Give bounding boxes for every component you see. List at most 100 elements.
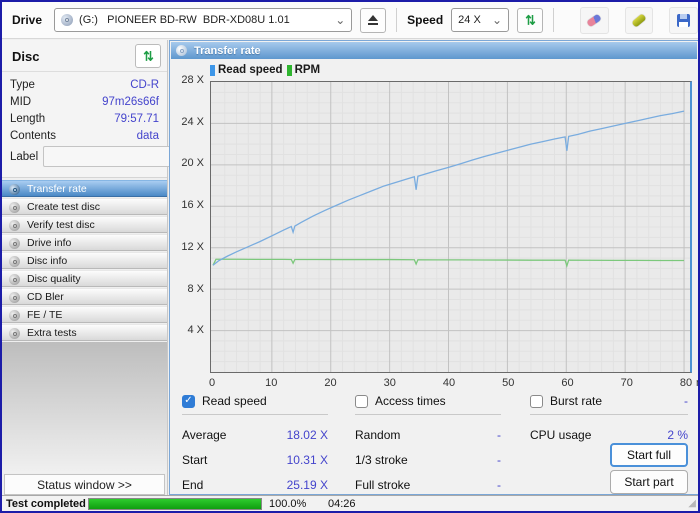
erase-disc-button[interactable]	[579, 6, 609, 34]
status-text: Test completed	[6, 497, 86, 510]
menu-item-drive-info[interactable]: Drive info	[2, 234, 167, 251]
disc-icon	[61, 14, 74, 26]
stat-row-random: Random -	[355, 427, 501, 442]
chevron-down-icon: ⌄	[492, 13, 503, 27]
stat-row-average: Average 18.02 X	[182, 427, 328, 442]
transfer-rate-chart	[210, 81, 692, 373]
read-speed-checkbox-label: Read speed	[202, 394, 267, 408]
stat-value: -	[497, 427, 501, 442]
menu-item-label: Disc quality	[27, 272, 81, 285]
stat-value: 10.31 X	[286, 452, 328, 467]
disc-icon	[9, 274, 20, 285]
app-window: Drive (G:) PIONEER BD-RW BDR-XD08U 1.01 …	[0, 0, 700, 513]
disc-icon	[9, 292, 20, 303]
set-speed-button[interactable]: ⇄	[517, 7, 543, 33]
divider	[530, 414, 688, 415]
chevron-down-icon: ⌄	[335, 13, 346, 27]
menu-item-disc-info[interactable]: Disc info	[2, 252, 167, 269]
rpm-legend-chip	[286, 64, 292, 76]
read-speed-checkbox[interactable]: ✓	[182, 394, 195, 408]
panel-titlebar: Transfer rate	[171, 42, 697, 59]
x-axis-ticks: 01020304050607080min	[208, 377, 698, 389]
chart-legend: Read speed RPM	[210, 64, 320, 76]
menu-item-label: Transfer rate	[27, 182, 87, 195]
eject-button[interactable]	[360, 7, 387, 33]
start-full-button[interactable]: Start full	[610, 443, 688, 467]
stat-row-end: End 25.19 X	[182, 477, 328, 492]
divider	[355, 414, 501, 415]
stat-row-full-stroke: Full stroke -	[355, 477, 501, 492]
stat-row-cpu-usage: CPU usage 2 %	[530, 427, 688, 442]
stat-value: -	[497, 477, 501, 492]
refresh-icon: ⇄	[522, 14, 538, 26]
eraser-icon	[586, 13, 602, 27]
stat-label: Full stroke	[355, 477, 411, 492]
disc-icon	[9, 238, 20, 249]
disc-row-type: Type CD-R	[2, 76, 167, 93]
menu-item-extra-tests[interactable]: Extra tests	[2, 324, 167, 341]
toolbar-separator	[552, 8, 554, 32]
disc-row-length: Length 79:57.71	[2, 110, 167, 127]
disc-icon	[9, 202, 20, 213]
access-times-checkbox[interactable]: ✓	[355, 394, 368, 408]
menu-item-verify-test-disc[interactable]: Verify test disc	[2, 216, 167, 233]
stat-value: -	[497, 452, 501, 467]
disc-row-contents: Contents data	[2, 127, 167, 144]
divider	[182, 414, 328, 415]
disc-row-value: 79:57.71	[114, 112, 159, 125]
status-window-button[interactable]: Status window >>	[4, 474, 165, 495]
stat-label: Start	[182, 452, 208, 467]
toolbar: Drive (G:) PIONEER BD-RW BDR-XD08U 1.01 …	[2, 2, 698, 39]
disc-icon	[9, 220, 20, 231]
progress-bar	[88, 497, 262, 510]
transfer-rate-panel: Transfer rate Read speed RPM 4 X8 X 12 X1…	[169, 40, 698, 495]
resize-grip[interactable]: ◢	[688, 498, 698, 509]
disc-panel-title: Disc	[12, 49, 40, 64]
sidebar-menu: Transfer rate Create test disc Verify te…	[2, 180, 167, 341]
start-part-button[interactable]: Start part	[610, 470, 688, 494]
disc-row-value: data	[136, 129, 159, 142]
menu-item-label: Disc info	[27, 254, 68, 267]
sidebar: Disc ⇄ Type CD-R MID 97m26s66f Length 79…	[2, 40, 216, 497]
sidebar-filler	[2, 342, 167, 473]
chart-plot-area	[211, 82, 690, 372]
save-button[interactable]	[669, 6, 698, 34]
disc-row-value: CD-R	[130, 78, 159, 91]
check-icon: ✓	[184, 395, 193, 406]
menu-item-fe-te[interactable]: FE / TE	[2, 306, 167, 323]
stat-label: Average	[182, 427, 227, 442]
marker-button[interactable]	[624, 6, 654, 34]
menu-item-transfer-rate[interactable]: Transfer rate	[2, 180, 167, 197]
toolbar-separator	[396, 8, 398, 32]
stat-value: 25.19 X	[286, 477, 328, 492]
burst-rate-value: -	[684, 394, 688, 408]
burst-rate-checkbox[interactable]: ✓	[530, 394, 543, 408]
menu-item-label: Verify test disc	[27, 218, 95, 231]
speed-select[interactable]: 24 X ⌄	[451, 8, 510, 32]
refresh-disc-button[interactable]: ⇄	[135, 44, 161, 68]
menu-item-disc-quality[interactable]: Disc quality	[2, 270, 167, 287]
disc-icon	[9, 328, 20, 339]
stat-row-start: Start 10.31 X	[182, 452, 328, 467]
disc-icon	[9, 256, 20, 267]
marker-icon	[631, 12, 647, 28]
disc-row-label: Length	[10, 112, 46, 125]
stat-label: 1/3 stroke	[355, 452, 408, 467]
menu-item-label: Drive info	[27, 236, 72, 249]
disc-panel: Disc ⇄ Type CD-R MID 97m26s66f Length 79…	[2, 40, 216, 178]
disc-icon	[9, 184, 20, 195]
disc-panel-header: Disc ⇄	[2, 40, 167, 72]
stat-label: CPU usage	[530, 427, 592, 442]
disc-row-label: Type	[10, 78, 35, 91]
menu-item-cd-bler[interactable]: CD Bler	[2, 288, 167, 305]
disc-label-row: Label	[2, 144, 216, 167]
access-times-stats-column: ✓ Access times Random - 1/3 stroke - Ful…	[355, 393, 501, 493]
drive-label: Drive	[12, 13, 43, 27]
progress-percent: 100.0%	[269, 497, 307, 510]
drive-select[interactable]: (G:) PIONEER BD-RW BDR-XD08U 1.01 ⌄	[54, 8, 353, 32]
burst-rate-checkbox-label: Burst rate	[550, 394, 603, 408]
stat-value: 18.02 X	[286, 427, 328, 442]
disc-icon	[9, 310, 20, 321]
menu-item-create-test-disc[interactable]: Create test disc	[2, 198, 167, 215]
access-times-checkbox-label: Access times	[375, 394, 446, 408]
